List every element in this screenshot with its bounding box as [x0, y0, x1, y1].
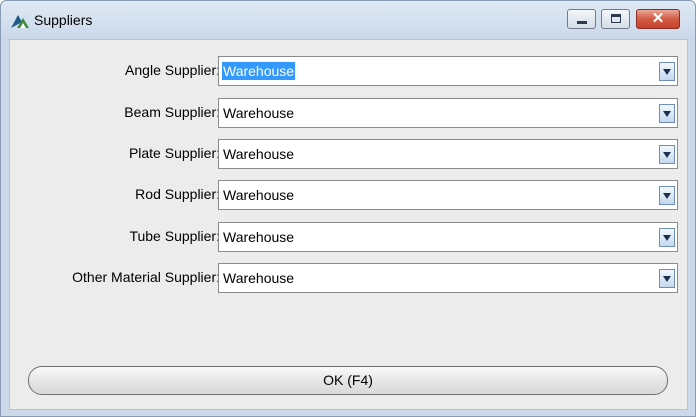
- rod-supplier-value: Warehouse: [223, 187, 295, 203]
- chevron-down-icon: [663, 111, 671, 117]
- angle-supplier-value: Warehouse: [222, 62, 296, 80]
- dropdown-arrow-button[interactable]: [659, 186, 675, 205]
- dropdown-arrow-button[interactable]: [659, 228, 675, 247]
- rod-supplier-dropdown[interactable]: Warehouse: [218, 180, 678, 210]
- ok-button[interactable]: OK (F4): [28, 366, 668, 395]
- other-material-supplier-label: Other Material Supplier:: [72, 269, 220, 285]
- minimize-button[interactable]: [567, 9, 596, 29]
- close-icon: ✕: [651, 10, 665, 27]
- dropdown-arrow-button[interactable]: [659, 104, 675, 123]
- other-material-supplier-value: Warehouse: [223, 270, 295, 286]
- dropdown-arrow-button[interactable]: [659, 145, 675, 164]
- beam-supplier-label: Beam Supplier:: [124, 104, 220, 120]
- other-material-supplier-dropdown[interactable]: Warehouse: [218, 263, 678, 293]
- angle-supplier-row: Angle Supplier: Warehouse: [10, 56, 687, 86]
- tube-supplier-value: Warehouse: [223, 229, 295, 245]
- plate-supplier-label: Plate Supplier:: [128, 145, 220, 161]
- tube-supplier-label: Tube Supplier:: [129, 228, 220, 244]
- plate-supplier-row: Plate Supplier: Warehouse: [10, 139, 687, 169]
- dropdown-arrow-button[interactable]: [659, 62, 675, 81]
- chevron-down-icon: [663, 69, 671, 75]
- dropdown-arrow-button[interactable]: [659, 269, 675, 288]
- tube-supplier-dropdown[interactable]: Warehouse: [218, 222, 678, 252]
- window-title: Suppliers: [34, 12, 93, 28]
- angle-supplier-label: Angle Supplier:: [125, 62, 220, 78]
- dialog-body: Angle Supplier: Warehouse Beam Supplier:…: [9, 39, 688, 410]
- beam-supplier-value: Warehouse: [223, 105, 295, 121]
- other-material-supplier-row: Other Material Supplier: Warehouse: [10, 263, 687, 293]
- suppliers-window: Suppliers ✕ Angle Supplier: Warehouse Be…: [0, 0, 696, 417]
- rod-supplier-label: Rod Supplier:: [135, 186, 220, 202]
- tube-supplier-row: Tube Supplier: Warehouse: [10, 222, 687, 252]
- close-button[interactable]: ✕: [636, 9, 680, 29]
- plate-supplier-dropdown[interactable]: Warehouse: [218, 139, 678, 169]
- beam-supplier-dropdown[interactable]: Warehouse: [218, 98, 678, 128]
- tekla-logo-icon: [11, 15, 29, 28]
- plate-supplier-value: Warehouse: [223, 146, 295, 162]
- rod-supplier-row: Rod Supplier: Warehouse: [10, 180, 687, 210]
- chevron-down-icon: [663, 193, 671, 199]
- angle-supplier-dropdown[interactable]: Warehouse: [218, 56, 678, 86]
- chevron-down-icon: [663, 235, 671, 241]
- minimize-icon: [577, 21, 587, 24]
- chevron-down-icon: [663, 152, 671, 158]
- maximize-icon: [611, 14, 621, 23]
- maximize-button[interactable]: [601, 9, 630, 29]
- beam-supplier-row: Beam Supplier: Warehouse: [10, 98, 687, 128]
- title-bar[interactable]: Suppliers ✕: [1, 1, 695, 39]
- chevron-down-icon: [663, 276, 671, 282]
